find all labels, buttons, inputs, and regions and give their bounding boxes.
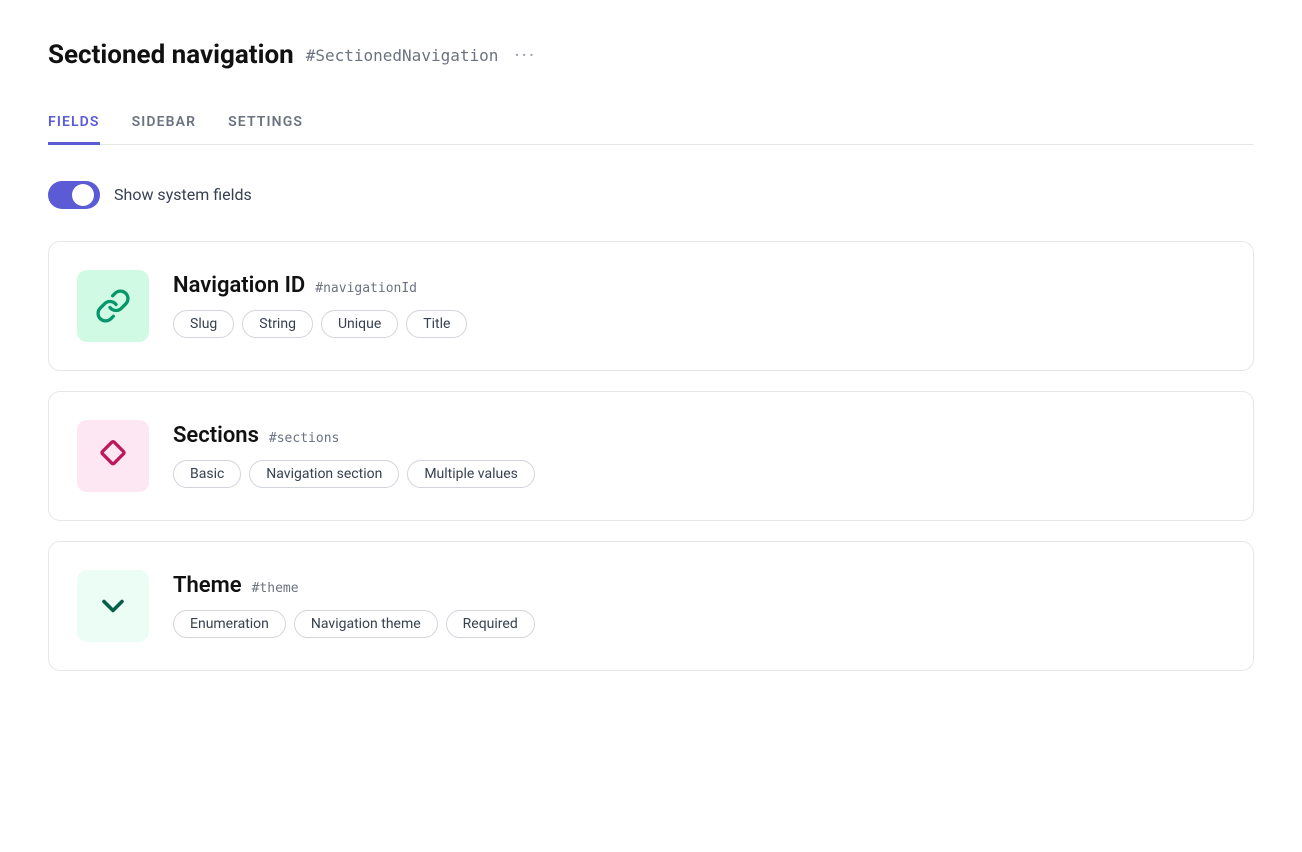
tag-navigation-section: Navigation section — [249, 460, 399, 488]
page-hash: #SectionedNavigation — [306, 46, 499, 65]
field-hash-navigation-id: #navigationId — [315, 281, 417, 296]
field-name-theme: Theme — [173, 573, 242, 598]
field-card-navigation-id: Navigation ID #navigationId Slug String … — [48, 241, 1254, 371]
chevron-down-icon — [95, 588, 131, 624]
diamond-icon — [95, 438, 131, 474]
field-title-row-navigation-id: Navigation ID #navigationId — [173, 273, 1225, 298]
field-card-theme: Theme #theme Enumeration Navigation them… — [48, 541, 1254, 671]
tag-unique: Unique — [321, 310, 398, 338]
tag-navigation-theme: Navigation theme — [294, 610, 438, 638]
tag-title: Title — [406, 310, 467, 338]
link-icon — [95, 288, 131, 324]
tag-enumeration: Enumeration — [173, 610, 286, 638]
tag-required: Required — [446, 610, 535, 638]
field-content-navigation-id: Navigation ID #navigationId Slug String … — [173, 273, 1225, 338]
system-fields-toggle[interactable] — [48, 181, 100, 209]
field-icon-theme — [77, 570, 149, 642]
field-hash-sections: #sections — [269, 431, 339, 446]
tab-sidebar[interactable]: SIDEBAR — [132, 102, 197, 145]
field-content-theme: Theme #theme Enumeration Navigation them… — [173, 573, 1225, 638]
field-name-sections: Sections — [173, 423, 259, 448]
field-title-row-sections: Sections #sections — [173, 423, 1225, 448]
field-tags-theme: Enumeration Navigation theme Required — [173, 610, 1225, 638]
field-tags-navigation-id: Slug String Unique Title — [173, 310, 1225, 338]
field-name-navigation-id: Navigation ID — [173, 273, 305, 298]
more-options-icon[interactable]: ··· — [514, 43, 536, 67]
field-hash-theme: #theme — [252, 581, 299, 596]
tab-settings[interactable]: SETTINGS — [228, 102, 303, 145]
system-fields-toggle-row: Show system fields — [48, 181, 1254, 209]
tag-multiple-values: Multiple values — [407, 460, 535, 488]
field-title-row-theme: Theme #theme — [173, 573, 1225, 598]
tag-slug: Slug — [173, 310, 234, 338]
field-icon-sections — [77, 420, 149, 492]
field-tags-sections: Basic Navigation section Multiple values — [173, 460, 1225, 488]
fields-list: Navigation ID #navigationId Slug String … — [48, 241, 1254, 671]
tab-fields[interactable]: FIELDS — [48, 102, 100, 145]
tag-string: String — [242, 310, 313, 338]
tab-bar: FIELDS SIDEBAR SETTINGS — [48, 102, 1254, 145]
field-icon-navigation-id — [77, 270, 149, 342]
field-content-sections: Sections #sections Basic Navigation sect… — [173, 423, 1225, 488]
page-header: Sectioned navigation #SectionedNavigatio… — [48, 40, 1254, 70]
field-card-sections: Sections #sections Basic Navigation sect… — [48, 391, 1254, 521]
page-title: Sectioned navigation — [48, 40, 294, 70]
system-fields-label: Show system fields — [114, 185, 252, 204]
tag-basic: Basic — [173, 460, 241, 488]
